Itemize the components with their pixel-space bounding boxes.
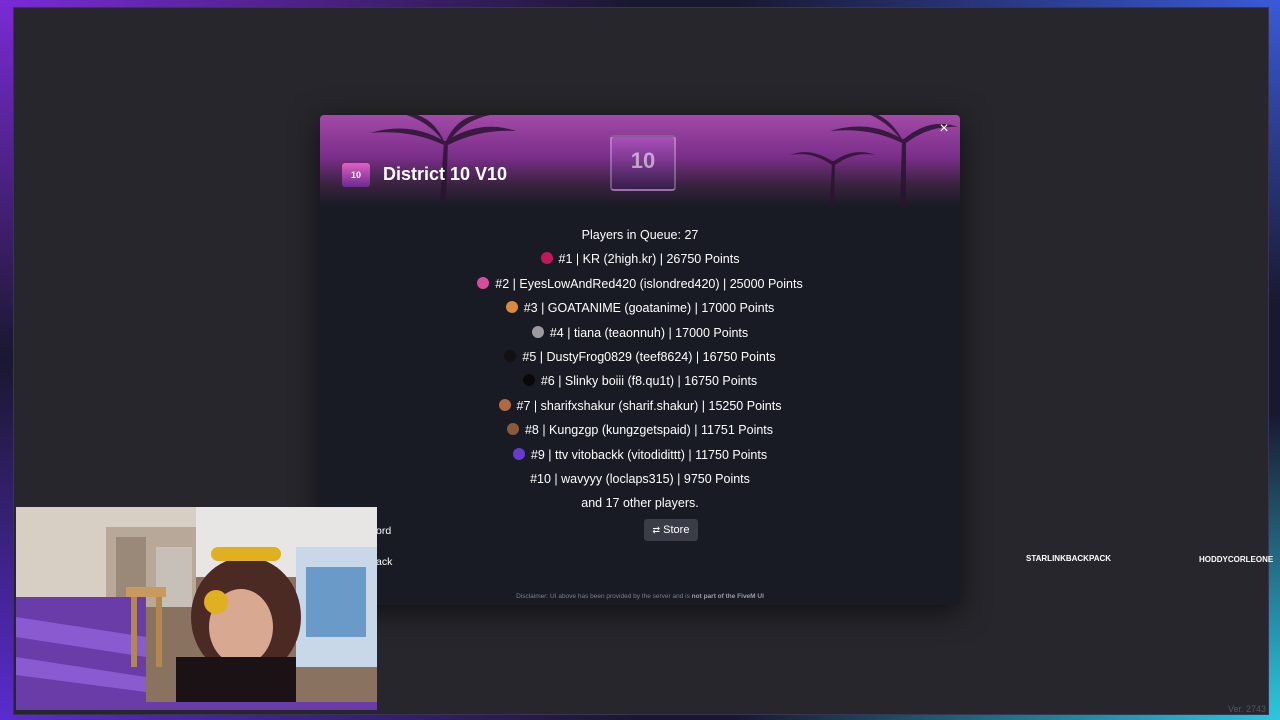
avatar [505,301,518,314]
avatar [504,349,517,362]
list-item: #2 | EyesLowAndRed420 (islondred420) | 2… [320,272,960,296]
store-button[interactable]: ⇄ Store [644,519,698,541]
discord-button[interactable]: ord [376,525,391,537]
list-item: #8 | Kungzgp (kungzgetspaid) | 11751 Poi… [320,418,960,442]
avatar [522,374,535,387]
queue-count: Players in Queue: 27 [581,228,699,242]
list-item: #5 | DustyFrog0829 (teef8624) | 16750 Po… [320,345,960,369]
other-players-count: and 17 other players. [581,496,699,511]
server-logo: 10 [610,135,676,191]
server-title: District 10 V10 [383,164,508,184]
close-button[interactable]: × [936,121,952,137]
queue-list: Players in Queue: 27 #1 | KR (2high.kr) … [320,223,960,516]
avatar [477,276,490,289]
webcam-overlay [16,507,377,710]
server-icon: 10 [342,163,370,187]
list-item: #1 | KR (2high.kr) | 26750 Points [320,247,960,271]
player-name-tag: STARLINKBACKPACK [1026,554,1112,563]
avatar [540,252,553,265]
list-item: #9 | ttv vitobackk (vitodidittt) | 11750… [320,443,960,467]
player-name-tag: HODDYCORLEONE [1199,555,1274,564]
version-label: Ver. 2743 [1227,704,1266,714]
swap-icon: ⇄ [652,525,661,535]
list-item: #3 | GOATANIME (goatanime) | 17000 Point… [320,296,960,320]
server-banner: 10 × 10 District 10 V10 [320,115,960,207]
list-item: #10 | wavyyy (loclaps315) | 9750 Points [530,471,750,486]
avatar [498,398,511,411]
avatar [506,423,519,436]
server-queue-modal: 10 × 10 District 10 V10 Players in Queue… [320,115,960,605]
avatar [512,447,525,460]
disclaimer: Disclaimer: UI above has been provided b… [516,593,764,600]
list-item: #7 | sharifxshakur (sharif.shakur) | 152… [320,394,960,418]
back-button[interactable]: ack [376,556,392,568]
palm-tree-icon [790,115,958,207]
palm-tree-icon [370,115,516,201]
avatar [531,325,544,338]
list-item: #4 | tiana (teaonnuh) | 17000 Points [320,321,960,345]
webcam-feed-image [16,507,377,710]
list-item: #6 | Slinky boiii (f8.qu1t) | 16750 Poin… [320,369,960,393]
